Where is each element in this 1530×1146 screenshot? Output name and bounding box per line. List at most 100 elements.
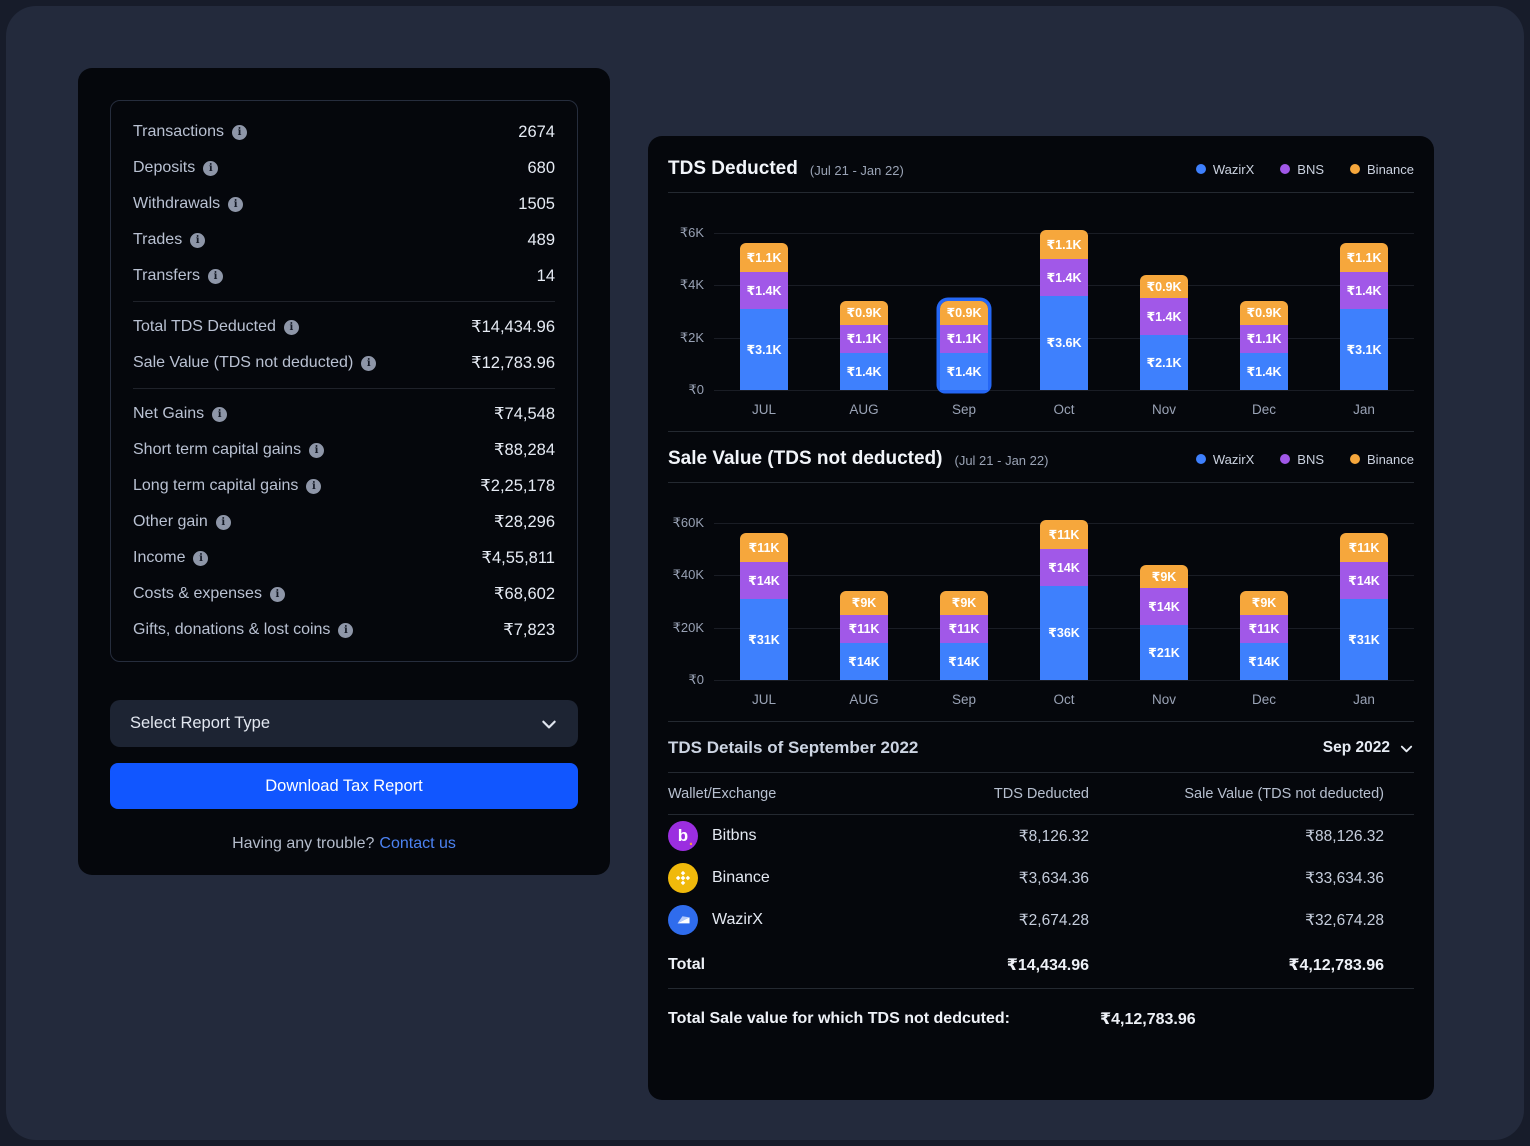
legend-item-wazirx[interactable]: WazirX <box>1196 452 1254 467</box>
tds-deducted-title: TDS Deducted <box>668 158 798 180</box>
month-selector[interactable]: Sep 2022 <box>1323 739 1414 757</box>
info-icon[interactable]: i <box>338 623 353 638</box>
segment-binance: ₹0.9K <box>840 301 888 325</box>
summary-stats-box: Transactionsi2674Depositsi680Withdrawals… <box>110 100 578 662</box>
table-row: Binance₹3,634.36₹33,634.36 <box>668 857 1414 899</box>
stat-label: Total TDS Deductedi <box>133 318 299 336</box>
app-background: Transactionsi2674Depositsi680Withdrawals… <box>6 6 1524 1140</box>
info-icon[interactable]: i <box>216 515 231 530</box>
tds-deducted-daterange: (Jul 21 - Jan 22) <box>810 160 904 178</box>
segment-binance: ₹1.1K <box>1340 243 1388 272</box>
stat-label: Depositsi <box>133 159 218 177</box>
segment-binance: ₹9K <box>1240 591 1288 615</box>
stat-row: Depositsi 680 <box>133 150 555 186</box>
bar-nov[interactable]: ₹21K₹14K₹9K <box>1140 565 1188 680</box>
bar-jul[interactable]: ₹3.1K₹1.4K₹1.1K <box>740 243 788 390</box>
info-icon[interactable]: i <box>361 356 376 371</box>
legend-dot <box>1280 164 1290 174</box>
stat-label: Long term capital gainsi <box>133 477 321 495</box>
stat-label: Transfersi <box>133 267 223 285</box>
stat-label: Net Gainsi <box>133 405 227 423</box>
segment-wazirx: ₹31K <box>740 599 788 680</box>
segment-wazirx: ₹14K <box>940 643 988 680</box>
sale-value: ₹32,674.28 <box>1089 911 1414 930</box>
tds-table-head: Wallet/Exchange TDS Deducted Sale Value … <box>668 773 1414 815</box>
bar-sep[interactable]: ₹1.4K₹1.1K₹0.9K <box>940 301 988 390</box>
info-icon[interactable]: i <box>203 161 218 176</box>
segment-bns: ₹11K <box>940 615 988 644</box>
bar-jan[interactable]: ₹3.1K₹1.4K₹1.1K <box>1340 243 1388 390</box>
exchange-name: Bitbns <box>712 827 756 845</box>
segment-wazirx: ₹1.4K <box>940 353 988 390</box>
gridline <box>714 680 1414 681</box>
segment-wazirx: ₹2.1K <box>1140 335 1188 390</box>
bar-dec[interactable]: ₹1.4K₹1.1K₹0.9K <box>1240 301 1288 390</box>
segment-bns: ₹1.4K <box>1340 272 1388 309</box>
legend-item-bns[interactable]: BNS <box>1280 162 1324 177</box>
tds-deducted-value: ₹2,674.28 <box>899 911 1089 930</box>
bar-aug[interactable]: ₹14K₹11K₹9K <box>840 591 888 680</box>
group-divider <box>133 301 555 302</box>
info-icon[interactable]: i <box>228 197 243 212</box>
segment-binance: ₹0.9K <box>1140 275 1188 299</box>
segment-wazirx: ₹14K <box>840 643 888 680</box>
segment-binance: ₹1.1K <box>1040 230 1088 259</box>
bitbns-logo: b. <box>668 821 698 851</box>
legend-dot <box>1350 454 1360 464</box>
exchange-name: Binance <box>712 869 770 887</box>
legend-item-wazirx[interactable]: WazirX <box>1196 162 1254 177</box>
bar-jan[interactable]: ₹31K₹14K₹11K <box>1340 533 1388 680</box>
plot-area: ₹31K₹14K₹11K₹14K₹11K₹9K₹14K₹11K₹9K₹36K₹1… <box>714 523 1414 680</box>
info-icon[interactable]: i <box>306 479 321 494</box>
tds-dashboard-panel: TDS Deducted (Jul 21 - Jan 22) WazirX BNS… <box>648 136 1434 1100</box>
segment-binance: ₹11K <box>1340 533 1388 562</box>
bar-oct[interactable]: ₹36K₹14K₹11K <box>1040 520 1088 680</box>
trouble-text: Having any trouble? <box>232 835 374 852</box>
stat-row: Sale Value (TDS not deducted)i₹12,783.96 <box>133 345 555 381</box>
bar-oct[interactable]: ₹3.6K₹1.4K₹1.1K <box>1040 230 1088 390</box>
segment-bns: ₹11K <box>840 615 888 644</box>
stat-row: Net Gainsi ₹74,548 <box>133 396 555 432</box>
stat-value: ₹74,548 <box>494 404 555 424</box>
stat-value: ₹28,296 <box>494 512 555 532</box>
stat-value: ₹7,823 <box>503 620 555 640</box>
bar-nov[interactable]: ₹2.1K₹1.4K₹0.9K <box>1140 275 1188 390</box>
stat-value: 489 <box>527 231 555 250</box>
stat-row: Short term capital gainsi₹88,284 <box>133 432 555 468</box>
stat-value: ₹14,434.96 <box>471 317 555 337</box>
month-selector-value: Sep 2022 <box>1323 739 1390 757</box>
info-icon[interactable]: i <box>193 551 208 566</box>
bar-aug[interactable]: ₹1.4K₹1.1K₹0.9K <box>840 301 888 390</box>
info-icon[interactable]: i <box>212 407 227 422</box>
trouble-line: Having any trouble? Contact us <box>110 835 578 853</box>
bar-jul[interactable]: ₹31K₹14K₹11K <box>740 533 788 680</box>
stat-value: 680 <box>527 159 555 178</box>
info-icon[interactable]: i <box>232 125 247 140</box>
tds-table-body: b.Bitbns₹8,126.32₹88,126.32Binance₹3,634… <box>668 815 1414 941</box>
info-icon[interactable]: i <box>309 443 324 458</box>
report-type-select[interactable]: Select Report Type <box>110 700 578 747</box>
tds-deducted-chart: ₹6K₹4K₹2K₹0₹3.1K₹1.4K₹1.1K₹1.4K₹1.1K₹0.9… <box>668 193 1414 432</box>
info-icon[interactable]: i <box>270 587 285 602</box>
legend-item-binance[interactable]: Binance <box>1350 162 1414 177</box>
info-icon[interactable]: i <box>190 233 205 248</box>
info-icon[interactable]: i <box>208 269 223 284</box>
segment-bns: ₹14K <box>1140 588 1188 625</box>
segment-binance: ₹9K <box>1140 565 1188 589</box>
bar-sep[interactable]: ₹14K₹11K₹9K <box>940 591 988 680</box>
info-icon[interactable]: i <box>284 320 299 335</box>
legend-item-bns[interactable]: BNS <box>1280 452 1324 467</box>
col-tds-deducted: TDS Deducted <box>899 786 1089 802</box>
segment-bns: ₹1.4K <box>1040 259 1088 296</box>
download-tax-report-button[interactable]: Download Tax Report <box>110 763 578 809</box>
contact-us-link[interactable]: Contact us <box>379 835 455 852</box>
legend-item-binance[interactable]: Binance <box>1350 452 1414 467</box>
sale-value-header: Sale Value (TDS not deducted) (Jul 21 - … <box>668 432 1414 483</box>
bar-dec[interactable]: ₹14K₹11K₹9K <box>1240 591 1288 680</box>
tds-deducted-header: TDS Deducted (Jul 21 - Jan 22) WazirX BNS… <box>668 150 1414 193</box>
segment-wazirx: ₹36K <box>1040 586 1088 680</box>
legend-dot <box>1196 164 1206 174</box>
stat-row: Other gaini₹28,296 <box>133 504 555 540</box>
binance-logo <box>668 863 698 893</box>
stat-row: Transfersi14 <box>133 258 555 294</box>
